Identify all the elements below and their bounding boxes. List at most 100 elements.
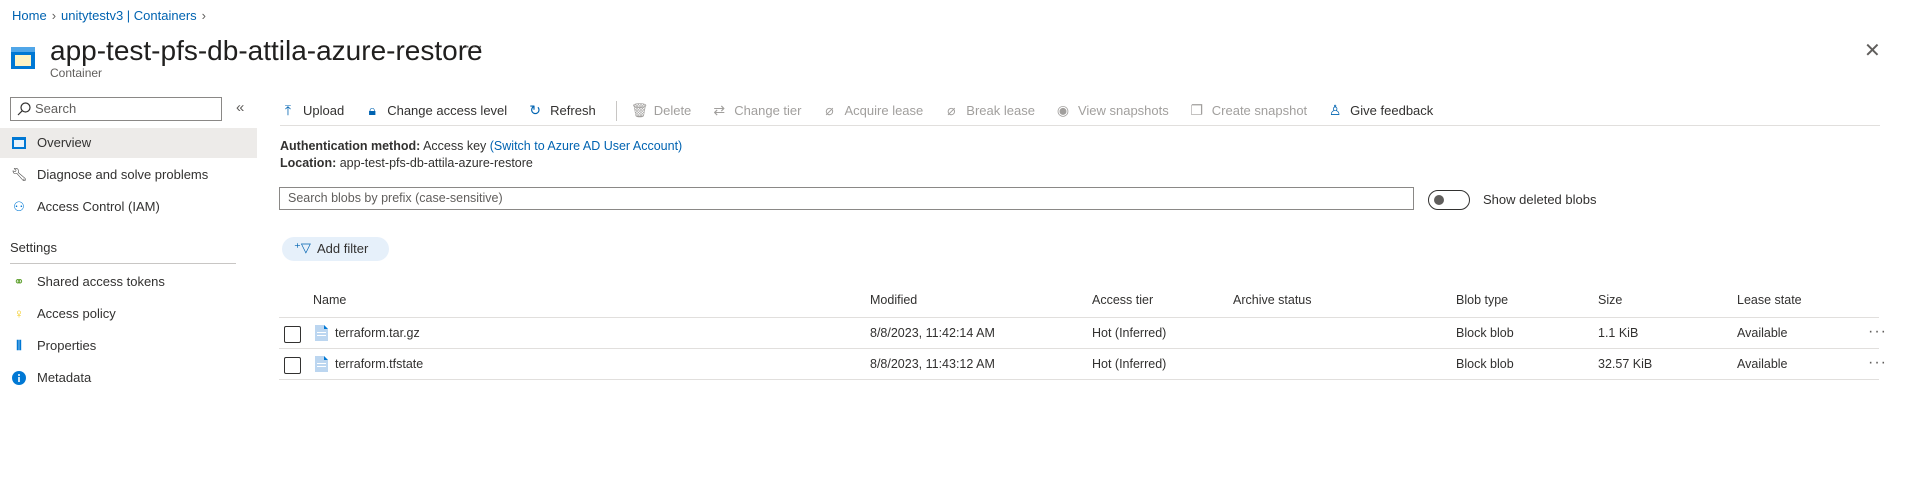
add-filter-icon: ⁺▽ [294, 240, 311, 255]
eye-icon: ◉ [1056, 102, 1070, 118]
close-button[interactable]: ✕ [1864, 38, 1881, 63]
blob-tier: Hot (Inferred) [1092, 357, 1167, 371]
change-tier-button[interactable]: ⇄ Change tier [711, 99, 801, 123]
toolbar-separator [615, 100, 617, 121]
sidebar-item-shared-access-tokens[interactable]: ⚭ Shared access tokens [0, 267, 257, 297]
search-placeholder: Search [35, 101, 77, 116]
location-label: Location: [280, 156, 337, 170]
acquire-lease-label: Acquire lease [844, 103, 924, 118]
upload-button[interactable]: ⤒ Upload [280, 99, 344, 123]
blob-search-input[interactable]: Search blobs by prefix (case-sensitive) [279, 187, 1414, 210]
file-icon [315, 325, 328, 341]
file-icon [315, 356, 328, 372]
break-lease-label: Break lease [966, 103, 1035, 118]
change-tier-label: Change tier [734, 103, 802, 118]
row-more-icon[interactable]: ··· [1868, 349, 1887, 377]
col-modified[interactable]: Modified [870, 288, 917, 312]
sidebar-item-iam[interactable]: ⚇ Access Control (IAM) [0, 192, 257, 222]
blob-lease: Available [1737, 357, 1788, 371]
col-lease-state[interactable]: Lease state [1737, 288, 1802, 312]
breadcrumb-containers[interactable]: unitytestv3 | Containers [61, 8, 197, 23]
breadcrumb-home[interactable]: Home [12, 8, 47, 23]
give-feedback-button[interactable]: ♙ Give feedback [1327, 99, 1433, 123]
add-filter-button[interactable]: ⁺▽ Add filter [282, 237, 389, 261]
broken-link-icon: ⌀ [947, 102, 956, 118]
container-icon [10, 128, 28, 160]
auth-label: Authentication method: [280, 139, 421, 153]
snapshot-icon: ❐ [1190, 102, 1204, 118]
show-deleted-toggle[interactable] [1428, 190, 1470, 210]
chevron-right-icon: › [201, 8, 206, 23]
upload-icon: ⤒ [284, 102, 292, 118]
chevron-right-icon: › [51, 8, 57, 23]
switch-auth-link[interactable]: (Switch to Azure AD User Account) [490, 139, 682, 153]
lock-icon: 🔒︎ [368, 102, 376, 118]
row-checkbox[interactable] [284, 357, 301, 374]
more-options-button[interactable]: ··· [465, 38, 484, 56]
acquire-lease-button[interactable]: ⌀ Acquire lease [822, 99, 924, 123]
page-title: app-test-pfs-db-attila-azure-restore [50, 35, 483, 66]
sidebar-item-access-policy[interactable]: ♀ Access policy [0, 299, 257, 329]
people-icon: ⚇ [13, 199, 25, 214]
sidebar-item-metadata[interactable]: Metadata [0, 363, 257, 393]
refresh-icon: ↻ [529, 102, 542, 118]
divider [10, 263, 236, 264]
col-archive-status[interactable]: Archive status [1233, 288, 1312, 312]
row-checkbox[interactable] [284, 326, 301, 343]
link-icon: ⚭ [13, 274, 25, 289]
break-lease-button[interactable]: ⌀ Break lease [943, 99, 1035, 123]
col-access-tier[interactable]: Access tier [1092, 288, 1153, 312]
blob-modified: 8/8/2023, 11:43:12 AM [870, 357, 995, 371]
auth-method: Authentication method: Access key (Switc… [280, 139, 682, 153]
sidebar-search-input[interactable]: Search [10, 97, 222, 121]
row-more-icon[interactable]: ··· [1868, 318, 1887, 346]
blob-type: Block blob [1456, 357, 1514, 371]
col-blob-type[interactable]: Blob type [1456, 288, 1508, 312]
blob-modified: 8/8/2023, 11:42:14 AM [870, 326, 995, 340]
key-icon: ♀ [14, 306, 24, 321]
delete-button[interactable]: 🗑︎ Delete [631, 99, 692, 123]
change-access-level-button[interactable]: 🔒︎ Change access level [364, 99, 507, 123]
create-snapshot-button[interactable]: ❐ Create snapshot [1189, 99, 1307, 123]
blob-size: 32.57 KiB [1598, 357, 1653, 371]
sidebar-item-diagnose[interactable]: 🔧︎ Diagnose and solve problems [0, 160, 257, 190]
location: Location: app-test-pfs-db-attila-azure-r… [280, 156, 533, 170]
table-row[interactable]: terraform.tar.gz 8/8/2023, 11:42:14 AM H… [279, 318, 1886, 349]
container-icon [11, 47, 35, 69]
command-bar: ⤒ Upload 🔒︎ Change access level ↻ Refresh 🗑… [280, 96, 1880, 126]
page-subtitle: Container [50, 66, 103, 80]
delete-label: Delete [653, 103, 692, 118]
col-name[interactable]: Name [313, 288, 346, 312]
view-snapshots-label: View snapshots [1077, 103, 1169, 118]
plug-icon: ⌀ [825, 102, 834, 118]
sidebar-item-label: Shared access tokens [37, 274, 165, 289]
table-header: Name Modified Access tier Archive status… [279, 288, 1879, 318]
sidebar-item-properties[interactable]: ⦀ Properties [0, 331, 257, 361]
show-deleted-label: Show deleted blobs [1483, 192, 1597, 207]
info-icon [10, 363, 28, 396]
swap-icon: ⇄ [713, 102, 726, 118]
sidebar-item-label: Access policy [37, 306, 116, 321]
blob-table: Name Modified Access tier Archive status… [279, 288, 1886, 380]
blob-name[interactable]: terraform.tar.gz [335, 318, 420, 349]
upload-label: Upload [303, 103, 345, 118]
sidebar-item-overview[interactable]: Overview [0, 128, 257, 158]
col-size[interactable]: Size [1598, 288, 1622, 312]
refresh-label: Refresh [550, 103, 596, 118]
properties-icon: ⦀ [16, 338, 22, 353]
sidebar-item-label: Diagnose and solve problems [37, 167, 209, 182]
trash-icon: 🗑︎ [630, 102, 649, 118]
create-snapshot-label: Create snapshot [1211, 103, 1308, 118]
sidebar-item-label: Overview [37, 135, 92, 150]
breadcrumb: Home › unitytestv3 | Containers › [12, 8, 211, 23]
table-row[interactable]: terraform.tfstate 8/8/2023, 11:43:12 AM … [279, 349, 1886, 380]
blob-lease: Available [1737, 326, 1788, 340]
collapse-sidebar-button[interactable]: « [236, 99, 244, 116]
wrench-icon: 🔧︎ [10, 167, 28, 182]
blob-tier: Hot (Inferred) [1092, 326, 1167, 340]
refresh-button[interactable]: ↻ Refresh [527, 99, 596, 123]
settings-heading: Settings [10, 240, 57, 255]
auth-value: Access key [423, 139, 487, 153]
blob-name[interactable]: terraform.tfstate [335, 349, 423, 380]
view-snapshots-button[interactable]: ◉ View snapshots [1055, 99, 1169, 123]
